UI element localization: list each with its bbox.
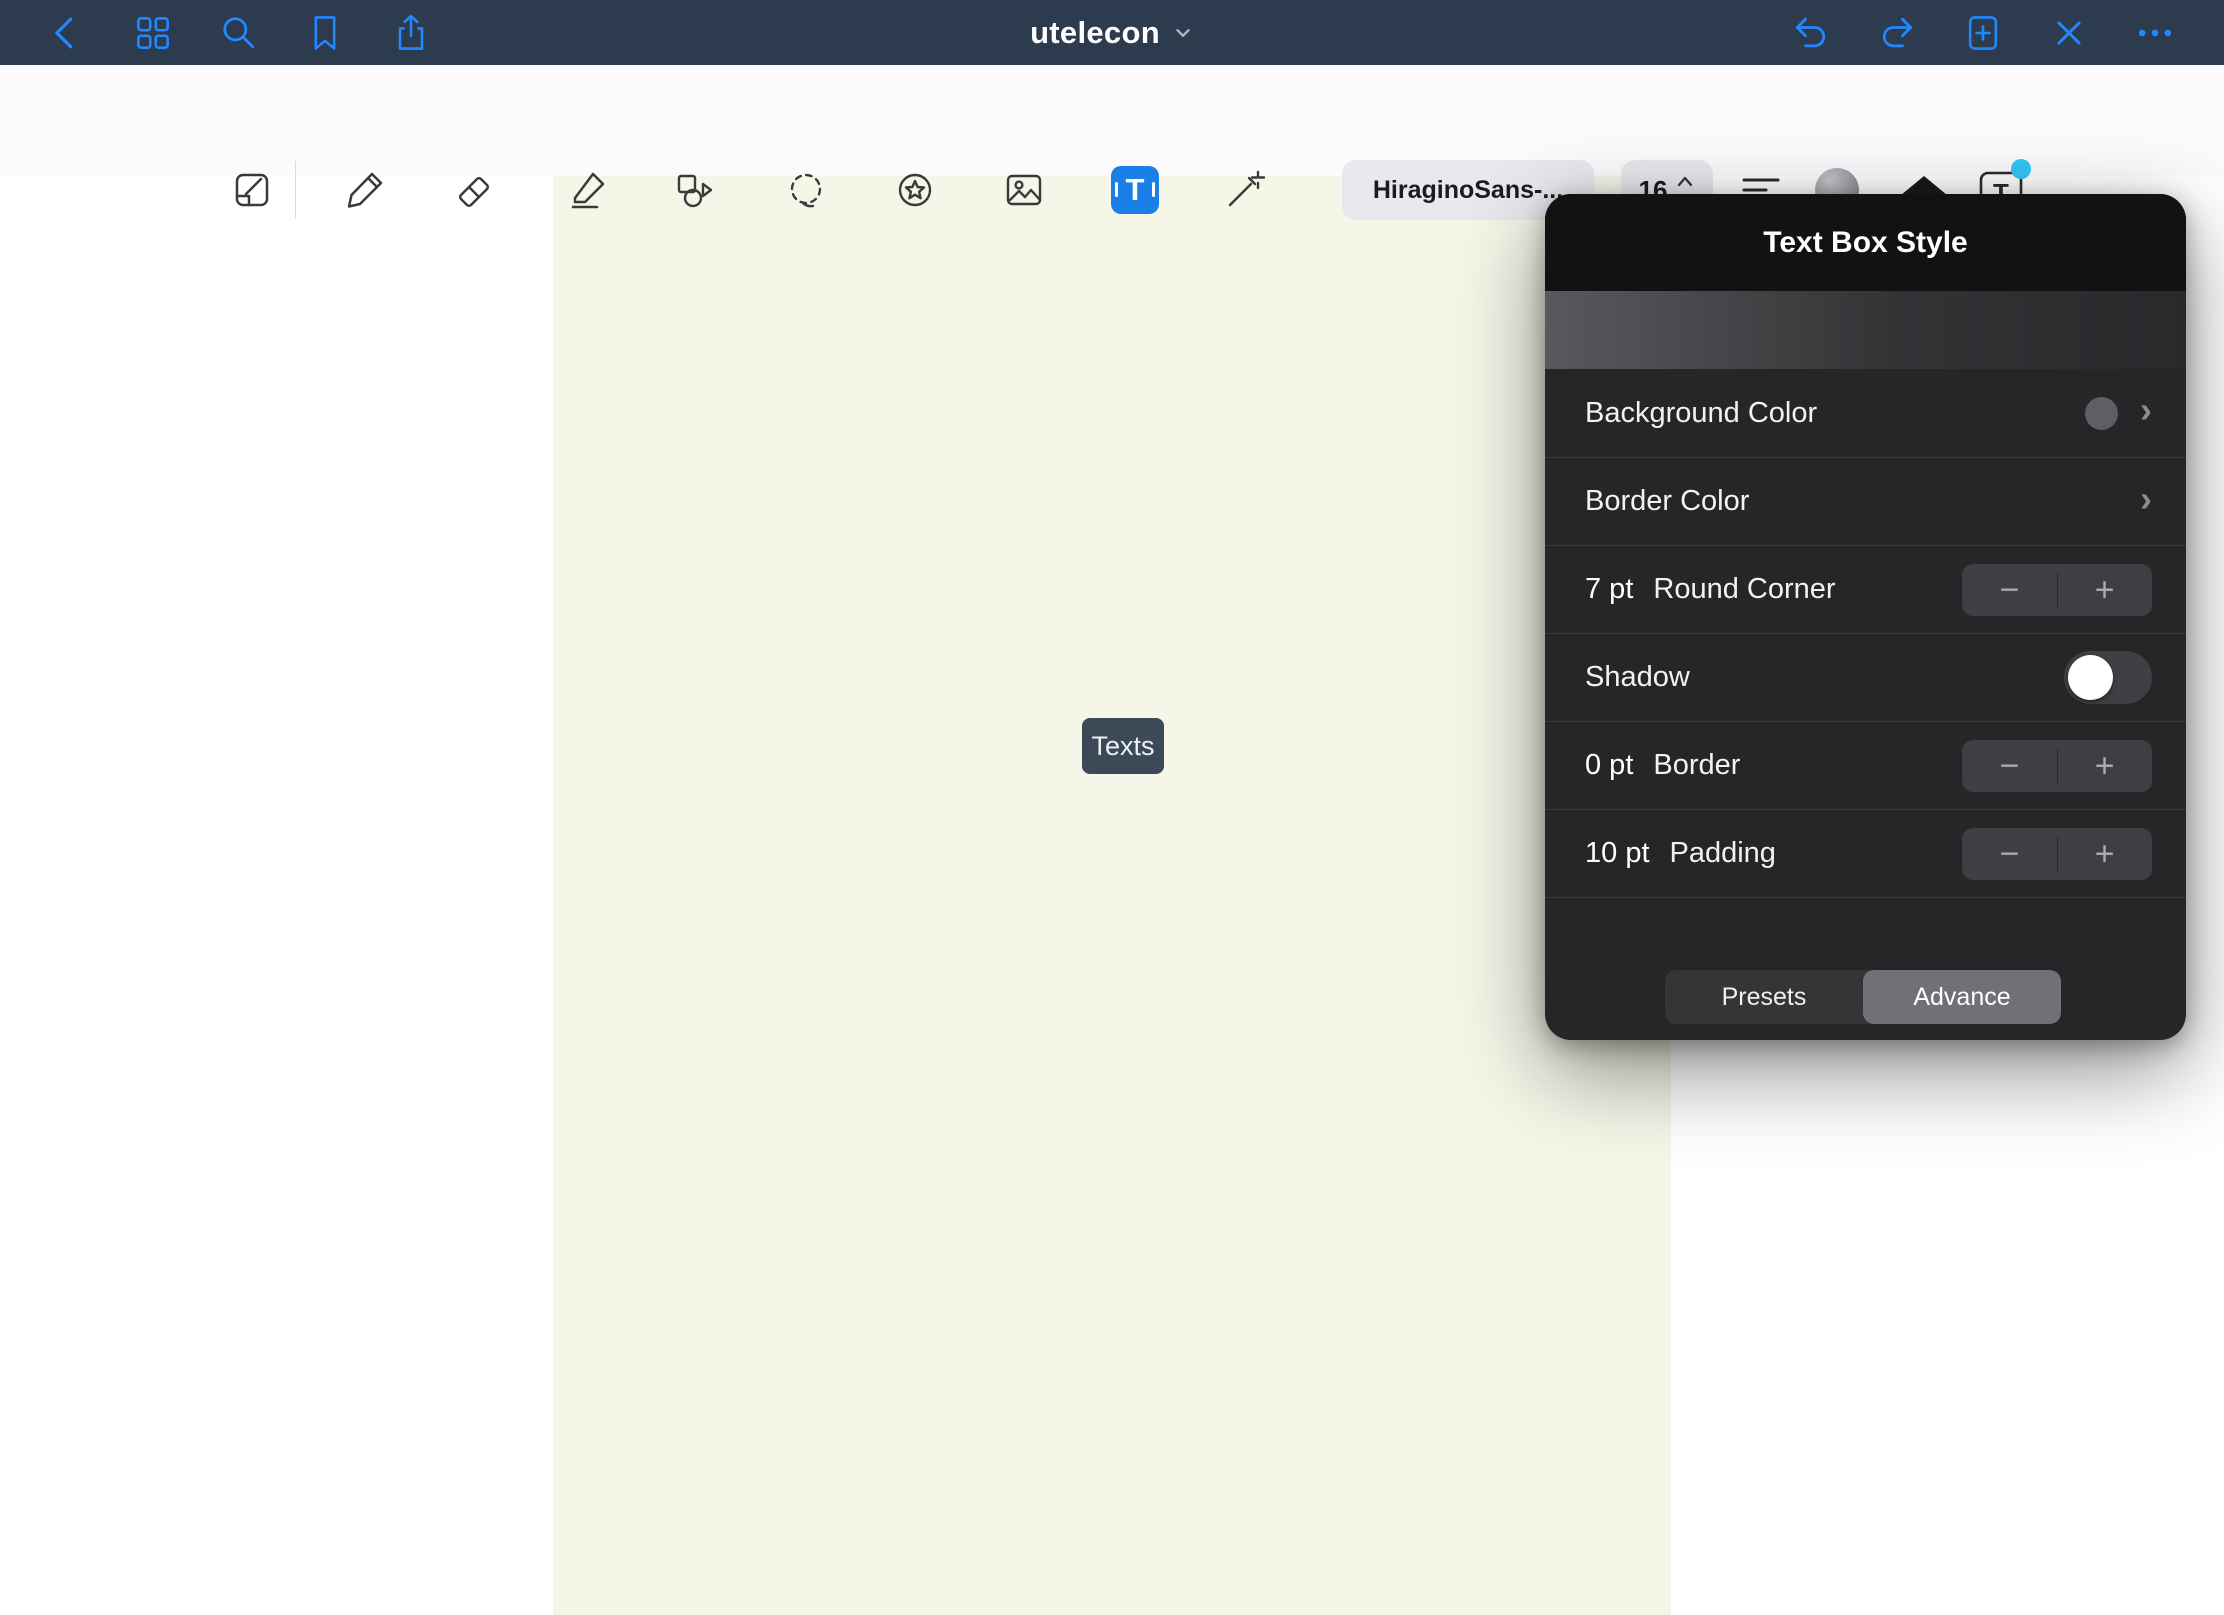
close-icon[interactable] (2047, 11, 2091, 55)
border-width-plus-button[interactable]: + (2057, 740, 2152, 792)
textbox-style-active-badge (2011, 159, 2031, 179)
stepper-divider (2057, 749, 2058, 783)
tool-bar: T HiraginoSans-... 16 T (0, 65, 2224, 176)
shadow-toggle-knob (2068, 655, 2113, 700)
background-color-chevron-icon: › (2140, 392, 2152, 428)
back-icon[interactable] (45, 11, 89, 55)
add-page-icon[interactable] (1961, 11, 2005, 55)
top-nav-bar: utelecon (0, 0, 2224, 65)
shapes-tool-icon[interactable] (671, 166, 719, 214)
background-color-label: Background Color (1585, 397, 1817, 430)
text-tool-glyph: T (1126, 172, 1145, 208)
app-root: utelecon (0, 0, 2224, 1615)
text-tool-icon[interactable]: T (1111, 166, 1159, 214)
share-icon[interactable] (389, 11, 433, 55)
row-padding: 10 pt Padding − + (1545, 809, 2186, 897)
photo-tool-icon[interactable] (1000, 166, 1048, 214)
segment-advance[interactable]: Advance (1863, 970, 2061, 1024)
canvas-textbox-text: Texts (1091, 731, 1154, 762)
note-page[interactable] (553, 176, 1671, 1615)
toolbar-separator (295, 161, 296, 219)
search-icon[interactable] (217, 11, 261, 55)
undo-icon[interactable] (1789, 11, 1833, 55)
stepper-divider (2057, 573, 2058, 607)
nav-right-group (1768, 11, 2224, 55)
shadow-label: Shadow (1585, 661, 1690, 694)
row-background-color[interactable]: Background Color › (1545, 369, 2186, 457)
border-width-value: 0 pt (1585, 749, 1633, 782)
padding-plus-button[interactable]: + (2057, 828, 2152, 880)
round-corner-plus-button[interactable]: + (2057, 564, 2152, 616)
round-corner-value: 7 pt (1585, 573, 1633, 606)
nav-left-group (0, 11, 454, 55)
document-title[interactable]: utelecon (1030, 15, 1160, 51)
canvas-textbox[interactable]: Texts (1082, 718, 1164, 774)
stamp-tool-icon[interactable] (891, 166, 939, 214)
popup-header: Text Box Style (1545, 194, 2186, 291)
padding-minus-button[interactable]: − (1962, 828, 2057, 880)
row-shadow: Shadow (1545, 633, 2186, 721)
lasso-tool-icon[interactable] (782, 166, 830, 214)
text-tool-handle-right (1152, 182, 1155, 197)
page-panel-tool-icon[interactable] (228, 166, 276, 214)
laser-pointer-tool-icon[interactable] (1221, 166, 1269, 214)
row-round-corner: 7 pt Round Corner − + (1545, 545, 2186, 633)
popup-preview-band (1545, 291, 2186, 369)
eraser-tool-icon[interactable] (451, 166, 499, 214)
stepper-divider (2057, 837, 2058, 871)
font-name-label: HiraginoSans-... (1373, 176, 1563, 205)
round-corner-stepper: − + (1962, 564, 2152, 616)
popup-title: Text Box Style (1763, 226, 1968, 260)
pen-tool-icon[interactable] (341, 166, 389, 214)
bookmark-icon[interactable] (303, 11, 347, 55)
border-width-stepper: − + (1962, 740, 2152, 792)
padding-stepper: − + (1962, 828, 2152, 880)
textbox-style-popup: Text Box Style Background Color › Border… (1545, 194, 2186, 1040)
background-color-swatch (2085, 397, 2118, 430)
padding-label: Padding (1670, 837, 1776, 870)
border-color-chevron-icon: › (2140, 481, 2152, 517)
border-width-label: Border (1653, 749, 1740, 782)
border-color-label: Border Color (1585, 485, 1749, 518)
round-corner-minus-button[interactable]: − (1962, 564, 2057, 616)
redo-icon[interactable] (1875, 11, 1919, 55)
round-corner-label: Round Corner (1653, 573, 1835, 606)
segment-presets[interactable]: Presets (1665, 970, 1863, 1024)
row-border-color[interactable]: Border Color › (1545, 457, 2186, 545)
popup-arrow (1901, 176, 1947, 195)
popup-segmented-control: Presets Advance (1665, 970, 2061, 1024)
row-border-width: 0 pt Border − + (1545, 721, 2186, 809)
text-tool-handle-left (1115, 182, 1118, 197)
shadow-toggle[interactable] (2064, 651, 2152, 704)
title-chevron-down-icon[interactable] (1172, 22, 1194, 44)
border-width-minus-button[interactable]: − (1962, 740, 2057, 792)
padding-value: 10 pt (1585, 837, 1650, 870)
popup-rows: Background Color › Border Color › 7 pt R… (1545, 369, 2186, 898)
highlighter-tool-icon[interactable] (563, 166, 611, 214)
thumbnails-grid-icon[interactable] (131, 11, 175, 55)
more-options-icon[interactable] (2133, 11, 2177, 55)
